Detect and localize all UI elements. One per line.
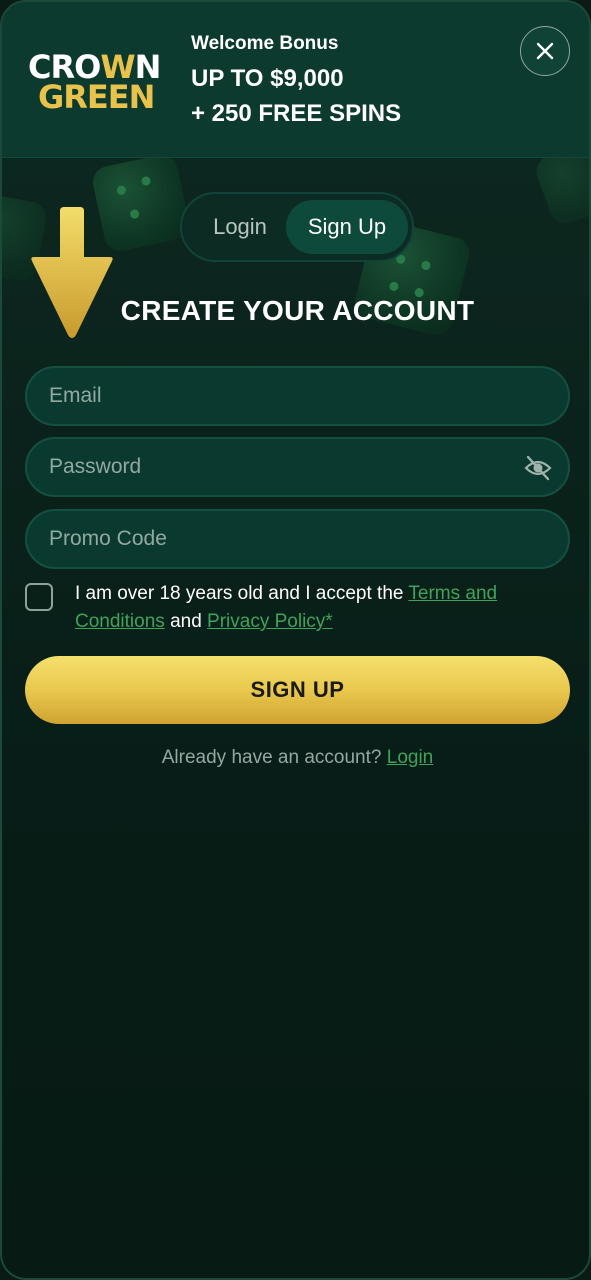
terms-text: I am over 18 years old and I accept the … xyxy=(75,583,498,632)
login-link[interactable]: Login xyxy=(387,747,434,768)
bonus-amount: UP TO $9,000 xyxy=(191,65,344,92)
close-button[interactable] xyxy=(520,26,570,76)
auth-tabs: Login Sign Up xyxy=(180,192,414,262)
bonus-label: Welcome Bonus xyxy=(191,33,339,54)
email-field-wrapper xyxy=(25,366,570,426)
terms-checkbox[interactable] xyxy=(25,583,53,611)
password-field[interactable] xyxy=(27,439,568,495)
password-field-wrapper xyxy=(25,437,570,497)
eye-slash-icon[interactable] xyxy=(524,455,552,481)
privacy-link[interactable]: Privacy Policy* xyxy=(207,611,333,632)
bonus-spins: + 250 FREE SPINS xyxy=(191,100,402,127)
email-field[interactable] xyxy=(27,368,568,424)
already-account-text: Already have an account? Login xyxy=(161,747,434,768)
close-icon xyxy=(536,42,554,60)
signup-button[interactable]: SIGN UP xyxy=(25,656,570,724)
page-title: CREATE YOUR ACCOUNT xyxy=(120,295,475,326)
promo-code-field[interactable] xyxy=(27,511,568,567)
bonus-header: CROWN GREEN Welcome Bonus UP TO $9,000 +… xyxy=(2,2,589,158)
tab-login[interactable]: Login xyxy=(190,200,290,254)
signup-modal: CROWN GREEN Welcome Bonus UP TO $9,000 +… xyxy=(0,0,591,1280)
crown-green-logo: CROWN GREEN xyxy=(28,48,161,116)
promo-code-field-wrapper xyxy=(25,509,570,569)
tab-signup[interactable]: Sign Up xyxy=(286,200,408,254)
